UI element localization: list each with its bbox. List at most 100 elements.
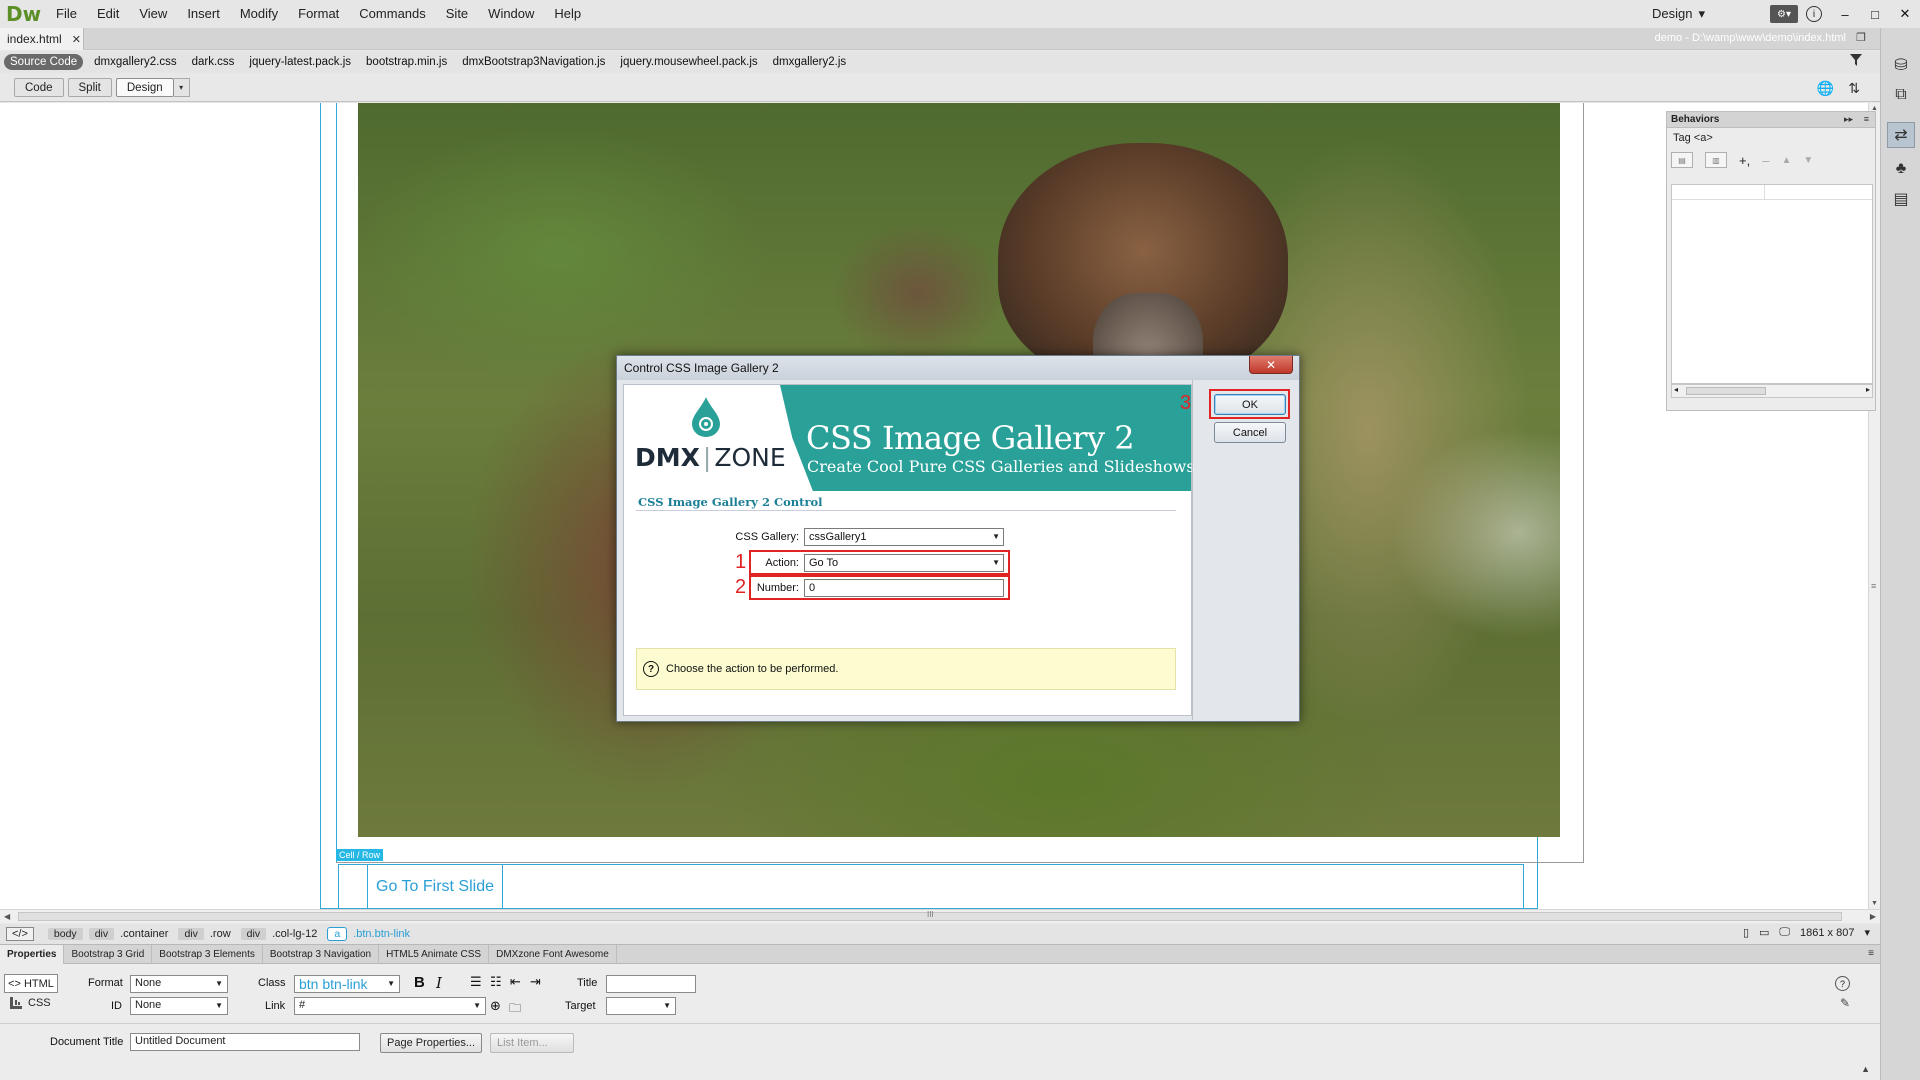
indent-icon[interactable]: ⇥	[530, 974, 541, 990]
maximize-button[interactable]: □	[1860, 0, 1890, 28]
css-gallery-select[interactable]: cssGallery1 ▼	[804, 528, 1004, 546]
ordered-list-icon[interactable]: ☷	[490, 974, 502, 990]
scroll-left-icon[interactable]: ◀	[4, 912, 10, 921]
ok-button[interactable]: OK	[1214, 394, 1286, 415]
unordered-list-icon[interactable]: ☰	[470, 974, 482, 990]
tag-div-container[interactable]: div	[88, 928, 115, 940]
tag-body[interactable]: body	[47, 928, 83, 940]
tab-properties[interactable]: Properties	[0, 944, 65, 964]
workspace-switcher[interactable]: Design ▾	[1652, 0, 1705, 28]
scroll-down-icon[interactable]: ▼	[1871, 900, 1878, 907]
scroll-left-icon[interactable]: ◂	[1674, 385, 1678, 394]
bold-button[interactable]: B	[414, 974, 425, 991]
menu-format[interactable]: Format	[288, 0, 349, 28]
tag-div-col[interactable]: div	[240, 928, 267, 940]
class-select[interactable]: btn btn-link ▼	[294, 975, 400, 993]
menu-modify[interactable]: Modify	[230, 0, 288, 28]
tag-class-btn-link[interactable]: .btn.btn-link	[353, 928, 410, 940]
assets-icon[interactable]: ⧉	[1887, 82, 1915, 108]
css-mode-button[interactable]: CSS	[10, 997, 51, 1009]
remove-behavior-icon[interactable]: –	[1762, 153, 1769, 168]
add-behavior-icon[interactable]: +,	[1739, 153, 1750, 168]
menu-file[interactable]: File	[46, 0, 87, 28]
sort-icon[interactable]: ⇅	[1848, 80, 1860, 97]
behaviors-table[interactable]	[1671, 184, 1873, 384]
list-item-button[interactable]: List Item...	[490, 1033, 574, 1053]
tablet-size-icon[interactable]: ▭	[1759, 926, 1769, 939]
expand-icon[interactable]: ▸▸	[1844, 114, 1853, 125]
panel-menu-icon[interactable]: ≡	[1868, 948, 1874, 959]
tab-bootstrap-grid[interactable]: Bootstrap 3 Grid	[64, 944, 153, 964]
cancel-button[interactable]: Cancel	[1214, 422, 1286, 443]
document-title-input[interactable]: Untitled Document	[130, 1033, 360, 1051]
info-icon[interactable]: i	[1806, 6, 1822, 22]
related-file-dmxgallery2-css[interactable]: dmxgallery2.css	[94, 56, 176, 68]
move-up-icon[interactable]: ▲	[1781, 155, 1791, 166]
related-file-jquery-latest[interactable]: jquery-latest.pack.js	[249, 56, 351, 68]
tab-bootstrap-elements[interactable]: Bootstrap 3 Elements	[152, 944, 263, 964]
chevron-down-icon[interactable]: ▾	[173, 78, 190, 97]
menu-view[interactable]: View	[129, 0, 177, 28]
scroll-right-icon[interactable]: ▸	[1866, 385, 1870, 394]
desktop-size-icon[interactable]: 🖵	[1779, 926, 1790, 939]
tab-html5-animate-css[interactable]: HTML5 Animate CSS	[379, 944, 490, 964]
scroll-right-icon[interactable]: ▶	[1870, 912, 1876, 921]
related-file-jquery-mousewheel[interactable]: jquery.mousewheel.pack.js	[620, 56, 757, 68]
panel-menu-icon[interactable]: ≡	[1864, 114, 1869, 124]
tag-class-row[interactable]: .row	[210, 928, 231, 940]
design-view-button[interactable]: Design	[115, 78, 174, 97]
title-input[interactable]	[606, 975, 696, 993]
close-window-button[interactable]: ✕	[1890, 0, 1920, 28]
split-view-button[interactable]: Split	[67, 78, 112, 97]
menu-window[interactable]: Window	[478, 0, 544, 28]
code-toggle-button[interactable]: </>	[6, 927, 34, 941]
close-icon[interactable]: ✕	[72, 33, 81, 46]
move-down-icon[interactable]: ▼	[1803, 155, 1813, 166]
related-file-dmxgallery2-js[interactable]: dmxgallery2.js	[773, 56, 847, 68]
italic-button[interactable]: I	[436, 974, 442, 992]
collapse-icon[interactable]: ▲	[1861, 1064, 1870, 1074]
tab-bootstrap-navigation[interactable]: Bootstrap 3 Navigation	[263, 944, 380, 964]
document-tab[interactable]: index.html ✕	[0, 28, 84, 50]
database-icon[interactable]: ⛁	[1887, 52, 1915, 78]
gear-icon[interactable]: ⚙▾	[1770, 5, 1798, 23]
menu-insert[interactable]: Insert	[177, 0, 230, 28]
related-file-source-code[interactable]: Source Code	[4, 54, 84, 70]
id-select[interactable]: None ▼	[130, 997, 228, 1015]
related-file-bootstrap-min[interactable]: bootstrap.min.js	[366, 56, 447, 68]
behaviors-panel-header[interactable]: Behaviors ▸▸ ≡	[1667, 112, 1875, 128]
point-to-file-icon[interactable]: ⊕	[490, 998, 501, 1014]
menu-site[interactable]: Site	[436, 0, 478, 28]
help-icon[interactable]: ?	[1835, 976, 1850, 991]
filter-icon[interactable]	[1850, 54, 1862, 69]
dialog-close-button[interactable]: ✕	[1249, 356, 1293, 374]
dialog-titlebar[interactable]: Control CSS Image Gallery 2 ✕	[617, 356, 1299, 380]
tag-class-col[interactable]: .col-lg-12	[272, 928, 317, 940]
menu-commands[interactable]: Commands	[349, 0, 435, 28]
html-mode-button[interactable]: <> HTML	[4, 974, 58, 993]
menu-edit[interactable]: Edit	[87, 0, 129, 28]
go-to-first-slide-link[interactable]: Go To First Slide	[367, 865, 503, 908]
show-all-events-icon[interactable]: ▥	[1705, 152, 1727, 168]
tab-font-awesome[interactable]: DMXzone Font Awesome	[489, 944, 617, 964]
related-file-dmxbootstrap3navigation[interactable]: dmxBootstrap3Navigation.js	[462, 56, 605, 68]
horizontal-scrollbar[interactable]: ◀ III ▶	[0, 909, 1880, 923]
related-file-dark-css[interactable]: dark.css	[192, 56, 235, 68]
tag-div-row[interactable]: div	[178, 928, 204, 940]
behaviors-hscroll[interactable]: ◂ ▸	[1671, 384, 1873, 398]
chevron-down-icon[interactable]: ▾	[1864, 926, 1870, 939]
globe-icon[interactable]: 🌐	[1817, 80, 1834, 97]
tag-a-selected[interactable]: a	[327, 927, 348, 941]
format-select[interactable]: None ▼	[130, 975, 228, 993]
window-size-label[interactable]: 1861 x 807	[1800, 927, 1854, 939]
restore-icon[interactable]: ❐	[1856, 31, 1866, 44]
page-properties-button[interactable]: Page Properties...	[380, 1033, 483, 1053]
snippets-icon[interactable]: ▤	[1887, 186, 1915, 212]
menu-help[interactable]: Help	[544, 0, 591, 28]
link-input[interactable]: # ▼	[294, 997, 486, 1015]
browse-folder-icon[interactable]: 🗀	[509, 999, 521, 1020]
tag-class-container[interactable]: .container	[120, 928, 168, 940]
dom-icon[interactable]: ♣	[1887, 156, 1915, 182]
show-set-events-icon[interactable]: ▤	[1671, 152, 1693, 168]
minimize-button[interactable]: –	[1830, 0, 1860, 28]
